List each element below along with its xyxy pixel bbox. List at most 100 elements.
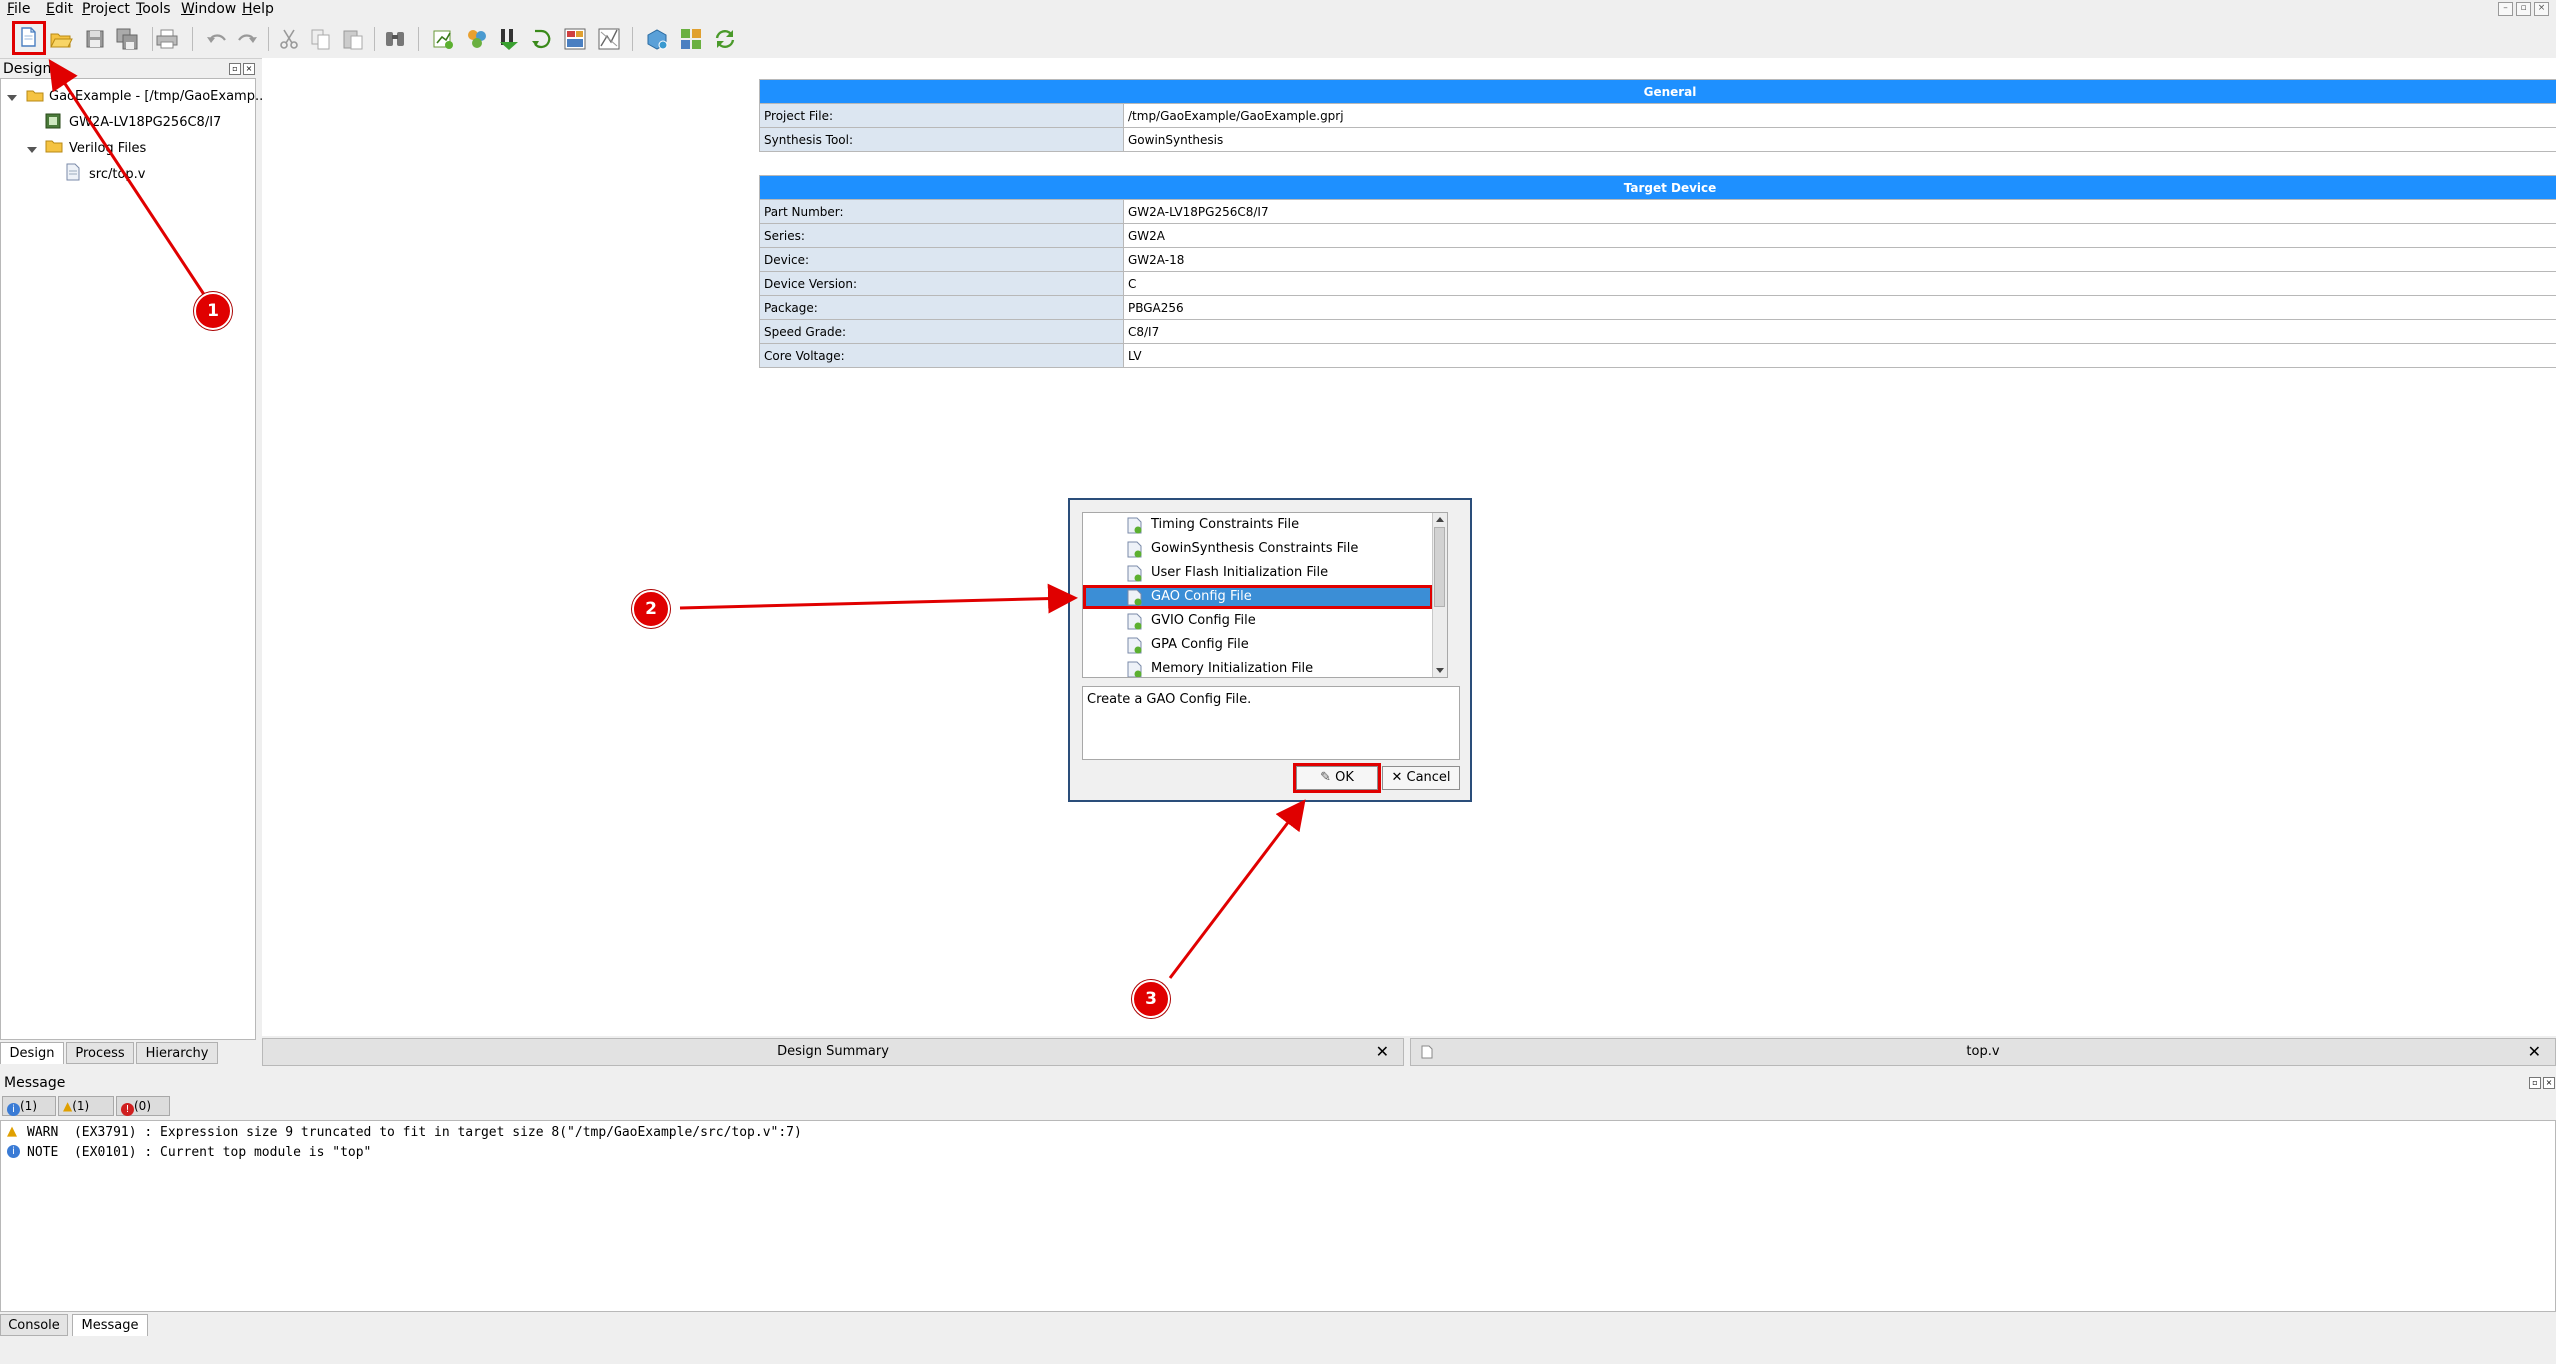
close-panel-icon[interactable]: × — [2543, 1077, 2555, 1089]
find-icon — [386, 32, 404, 46]
synthesize-button[interactable] — [430, 26, 456, 52]
design-tree: GaoExample - [/tmp/GaoExamp... GW2A-LV18… — [0, 78, 267, 1040]
open-button[interactable] — [48, 26, 74, 52]
list-scrollbar[interactable] — [1432, 513, 1447, 677]
minimize-icon[interactable]: – — [2498, 2, 2513, 16]
list-item-selected[interactable]: GAO Config File — [1083, 585, 1433, 609]
expand-arrow-icon[interactable] — [7, 95, 17, 101]
menu-file[interactable]: File — [7, 1, 30, 17]
list-item[interactable]: Timing Constraints File — [1083, 513, 1433, 537]
row-key: Series: — [759, 223, 1124, 248]
row-key: Device Version: — [759, 271, 1124, 296]
ip-core-icon — [647, 29, 668, 50]
cut-icon — [280, 29, 298, 49]
close-panel-icon[interactable]: × — [243, 63, 255, 75]
row-value: /tmp/GaoExample/GaoExample.gprj — [1123, 103, 2556, 128]
info-icon: i — [7, 1145, 20, 1158]
print-button[interactable] — [154, 26, 180, 52]
scroll-thumb[interactable] — [1434, 527, 1445, 607]
tab-hierarchy[interactable]: Hierarchy — [136, 1042, 218, 1064]
list-item[interactable]: User Flash Initialization File — [1083, 561, 1433, 585]
scroll-up-icon[interactable] — [1436, 517, 1444, 522]
ok-icon: ✎ — [1320, 770, 1331, 785]
row-value: C8/I7 — [1123, 319, 2556, 344]
general-table: General Project File:/tmp/GaoExample/Gao… — [759, 79, 2556, 152]
file-type-list[interactable]: Timing Constraints File GowinSynthesis C… — [1082, 512, 1448, 678]
list-item[interactable]: Memory Initialization File — [1083, 657, 1433, 677]
timing-analyzer-button[interactable] — [596, 26, 622, 52]
refresh-button[interactable] — [712, 26, 738, 52]
folder-icon — [45, 140, 63, 153]
menu-tools[interactable]: Tools — [136, 1, 171, 17]
row-value: LV — [1123, 343, 2556, 368]
new-file-icon — [21, 27, 36, 47]
tab-message[interactable]: Message — [72, 1314, 148, 1336]
tree-file[interactable]: src/top.v — [89, 167, 146, 182]
save-all-button[interactable] — [114, 26, 140, 52]
float-panel-icon[interactable]: ▫ — [2529, 1077, 2541, 1089]
cancel-button[interactable]: ✕ Cancel — [1382, 766, 1460, 790]
restore-icon[interactable]: ▫ — [2516, 2, 2531, 16]
program-device-button[interactable] — [496, 26, 522, 52]
file-icon — [1421, 1045, 1433, 1059]
open-icon — [50, 33, 73, 48]
gao-button[interactable] — [678, 26, 704, 52]
refresh-icon — [715, 30, 735, 48]
info-filter-button[interactable]: i (1) — [2, 1096, 56, 1116]
save-button[interactable] — [82, 26, 108, 52]
row-key: Package: — [759, 295, 1124, 320]
close-tab-icon[interactable]: ✕ — [1376, 1039, 1389, 1065]
redo-button[interactable] — [234, 26, 260, 52]
ip-core-button[interactable] — [644, 26, 670, 52]
paste-button[interactable] — [340, 26, 366, 52]
floor-planner-button[interactable] — [562, 26, 588, 52]
copy-icon — [311, 29, 330, 50]
scroll-down-icon[interactable] — [1436, 668, 1444, 673]
undo-button[interactable] — [204, 26, 230, 52]
gao-file-icon — [1127, 589, 1142, 606]
print-icon — [156, 29, 178, 49]
row-value: GW2A — [1123, 223, 2556, 248]
cancel-icon: ✕ — [1391, 770, 1403, 785]
copy-button[interactable] — [308, 26, 334, 52]
run-all-icon — [532, 29, 551, 49]
menu-project[interactable]: Project — [82, 1, 130, 17]
close-icon[interactable]: × — [2534, 2, 2549, 16]
tab-top-v[interactable]: top.v ✕ — [1410, 1038, 2556, 1066]
row-key: Synthesis Tool: — [759, 127, 1124, 152]
description-box: Create a GAO Config File. — [1082, 686, 1460, 760]
redo-icon — [238, 34, 257, 43]
tab-console[interactable]: Console — [0, 1314, 68, 1336]
menu-help[interactable]: Help — [242, 1, 274, 17]
tab-design[interactable]: Design — [0, 1042, 64, 1064]
close-tab-icon[interactable]: ✕ — [2528, 1039, 2541, 1065]
row-value: GowinSynthesis — [1123, 127, 2556, 152]
error-filter-button[interactable]: ! (0) — [116, 1096, 170, 1116]
row-key: Part Number: — [759, 199, 1124, 224]
constraint-file-icon — [1127, 565, 1142, 582]
tab-design-summary[interactable]: Design Summary ✕ — [262, 1038, 1404, 1066]
warning-icon: ▲ — [7, 1124, 17, 1139]
expand-arrow-icon[interactable] — [27, 147, 37, 153]
tree-project[interactable]: GaoExample - [/tmp/GaoExamp... — [49, 89, 267, 104]
new-file-button[interactable] — [12, 21, 46, 55]
menu-edit[interactable]: Edit — [46, 1, 73, 17]
float-panel-icon[interactable]: ▫ — [229, 63, 241, 75]
tree-device[interactable]: GW2A-LV18PG256C8/I7 — [69, 115, 221, 130]
warning-filter-button[interactable]: ▲(1) — [58, 1096, 114, 1116]
synthesize-icon — [433, 30, 453, 49]
list-item[interactable]: GowinSynthesis Constraints File — [1083, 537, 1433, 561]
tree-folder[interactable]: Verilog Files — [69, 141, 146, 156]
find-button[interactable] — [382, 26, 408, 52]
list-item[interactable]: GVIO Config File — [1083, 609, 1433, 633]
ok-button[interactable]: ✎ OK — [1293, 763, 1381, 793]
tab-label: top.v — [1966, 1044, 2000, 1059]
constraint-file-icon — [1127, 637, 1142, 654]
run-all-button[interactable] — [528, 26, 554, 52]
gao-icon — [681, 29, 701, 49]
list-item[interactable]: GPA Config File — [1083, 633, 1433, 657]
menu-window[interactable]: Window — [181, 1, 236, 17]
tab-process[interactable]: Process — [66, 1042, 134, 1064]
cut-button[interactable] — [276, 26, 302, 52]
place-route-button[interactable] — [464, 26, 490, 52]
